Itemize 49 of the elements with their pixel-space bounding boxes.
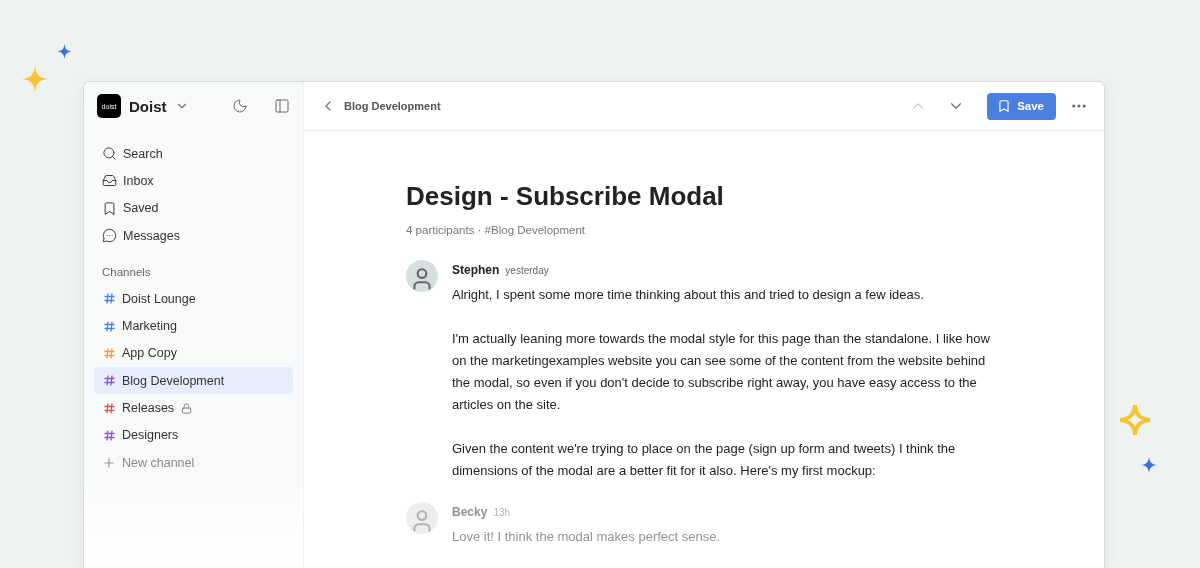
channel-name: Designers [122,428,179,443]
channel-item[interactable]: Designers [94,421,293,449]
sidebar-toggle-icon[interactable] [274,98,290,114]
bookmark-icon [102,200,117,216]
save-button[interactable]: Save [987,92,1056,120]
thread-meta: 4 participants · #Blog Development [406,224,586,236]
channel-name: Releases [122,401,175,415]
message-text: Given the content we're trying to place on the page (sign up form and tweets) I think the dimensions of the modal are a better fit for it also. Here's my first mockup: [452,440,957,480]
section-heading: Channels [101,266,152,279]
avatar [406,260,438,292]
channel-item[interactable]: Releases [94,394,293,422]
channel-item[interactable]: Doist Lounge [94,285,293,313]
channel-item[interactable]: App Copy [94,339,293,368]
nav-item[interactable]: Messages [94,221,293,250]
nav-item[interactable]: Inbox [94,167,293,195]
inbox-icon [102,173,117,189]
channel-name: Blog Development [122,373,225,388]
message-text: Love it! I think the modal makes perfect sense. [452,528,721,546]
avatar [406,502,438,534]
sparkle-icon [22,66,48,92]
chat-bubble-icon [102,228,117,244]
nav-label: Inbox [123,173,154,188]
sparkle-icon [1120,405,1150,435]
channel-title[interactable]: Blog Development [344,100,902,112]
channel-name: Doist Lounge [122,291,196,306]
nav-label: Saved [123,201,159,216]
bookmark-icon [997,99,1012,113]
sparkle-icon [1141,457,1157,473]
channel-name: App Copy [122,346,177,361]
moon-icon[interactable] [232,98,248,114]
nav-label: Search [123,146,163,161]
nav-item[interactable]: Saved [94,194,293,222]
sparkle-icon [57,44,72,59]
nav-item[interactable]: Search [94,140,293,168]
message-time: yesterday [505,265,549,276]
channel-name: Marketing [122,319,177,334]
channel-item[interactable]: Marketing [94,312,293,340]
message-text: I'm actually leaning more towards the modal style for this page than the standalone. I like how on the marketingexamples website you can see some of the content from the website behind the modal, so even if you don't decide to subscribe right away, you have easy access to the articles on the site. [452,330,991,414]
author-name: Stephen [452,263,500,277]
message-text: Alright, I spent some more time thinking about this and tried to design a few ideas. [452,286,925,304]
new-channel-button[interactable]: New channel [94,448,293,477]
message-time: 13h [493,507,511,518]
plus-icon [102,455,116,470]
search-icon [102,146,117,162]
workspace-name[interactable]: Doist [129,97,167,115]
nav-label: Messages [123,228,180,243]
thread-title: Design - Subscribe Modal [406,181,725,212]
author-name: Becky [452,505,488,519]
channel-item[interactable]: Blog Development [94,367,293,395]
